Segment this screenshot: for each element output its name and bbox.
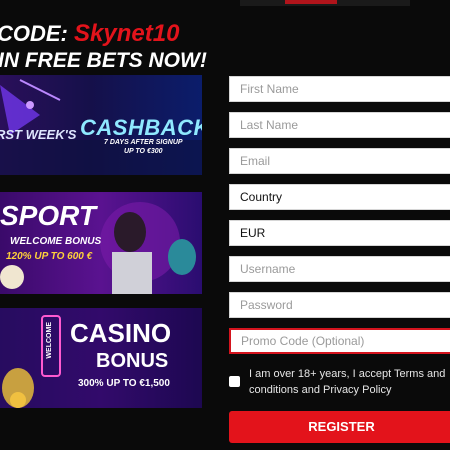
cashback-banner[interactable]: RST WEEK'S CASHBACK 7 DAYS AFTER SIGNUP …: [0, 75, 202, 175]
sport-banner[interactable]: SPORT WELCOME BONUS 120% UP TO 600 €: [0, 192, 202, 294]
sport-title: SPORT: [0, 200, 96, 231]
cashback-line1: 7 DAYS AFTER SIGNUP: [104, 139, 183, 146]
country-select[interactable]: Country: [229, 184, 450, 210]
casino-line1: 300% UP TO €1,500: [78, 378, 170, 389]
cashback-line2: UP TO €300: [124, 148, 163, 155]
promo-subline: IN FREE BETS NOW!: [0, 49, 207, 72]
casino-subtitle: BONUS: [96, 350, 169, 372]
terms-text: I am over 18+ years, I accept Terms and …: [249, 368, 446, 396]
terms-checkbox[interactable]: [229, 376, 240, 387]
username-field[interactable]: Username: [229, 256, 450, 282]
cashback-title: CASHBACK: [80, 115, 202, 140]
password-field[interactable]: Password: [229, 292, 450, 318]
casino-banner[interactable]: WELCOME CASINO BONUS 300% UP TO €1,500: [0, 308, 202, 408]
register-button[interactable]: REGISTER: [229, 411, 450, 443]
top-nav-active-tab[interactable]: [285, 0, 337, 4]
email-field[interactable]: Email: [229, 148, 450, 174]
promo-code-field[interactable]: Promo Code (Optional): [229, 328, 450, 354]
promo-code-label: CODE:: [0, 21, 68, 46]
cashback-pretitle: RST WEEK'S: [0, 127, 77, 142]
currency-select[interactable]: EUR: [229, 220, 450, 246]
sport-line1: WELCOME BONUS: [10, 236, 102, 247]
first-name-field[interactable]: First Name: [229, 76, 450, 102]
casino-title: CASINO: [70, 318, 172, 348]
last-name-field[interactable]: Last Name: [229, 112, 450, 138]
casino-welcome-vertical: WELCOME: [46, 322, 53, 359]
promo-code-value: Skynet10: [74, 20, 180, 47]
sport-line2: 120% UP TO 600 €: [6, 251, 93, 262]
top-nav-strip: [240, 0, 410, 6]
promo-code-line: CODE: Skynet10: [0, 20, 179, 48]
